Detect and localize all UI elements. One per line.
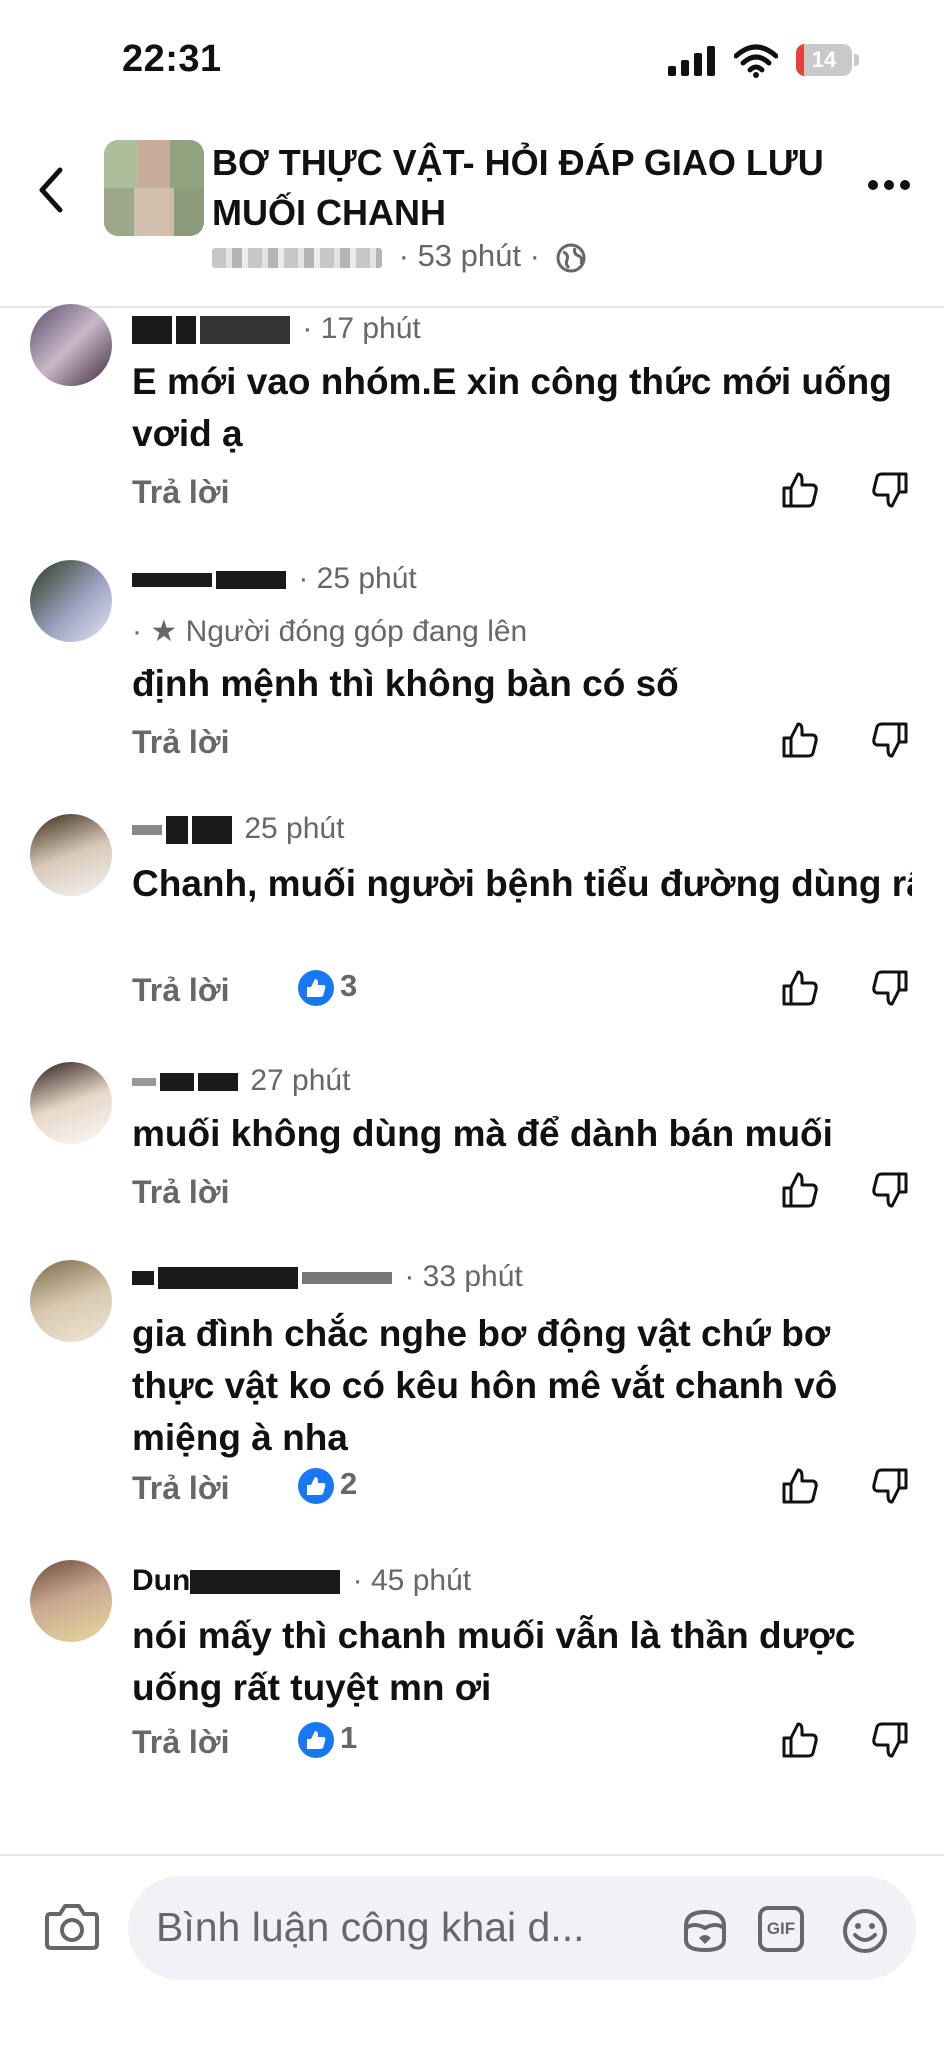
post-meta: · 53 phút · (212, 238, 587, 274)
comment-text: E mới vao nhóm.E xin công thức mới uống … (132, 361, 892, 454)
reaction-count[interactable]: 1 (298, 1720, 357, 1758)
gif-icon[interactable]: GIF (758, 1906, 804, 1952)
post-header: BƠ THỰC VẬT- HỎI ĐÁP GIAO LƯU MUỐI CHANH… (0, 120, 944, 308)
comment-author[interactable]: 25 phút (132, 812, 344, 846)
comment-time: 45 phút (371, 1564, 472, 1597)
comment-input[interactable]: Bình luận công khai d... GIF (128, 1876, 916, 1980)
camera-icon[interactable] (44, 1900, 100, 1952)
comment-text: gia đình chắc nghe bơ động vật chứ bơ th… (132, 1313, 838, 1458)
comment-composer: Bình luận công khai d... GIF (0, 1854, 944, 2050)
cellular-signal-icon (668, 46, 715, 76)
comment-author[interactable]: · 25 phút (132, 562, 417, 596)
avatar[interactable] (30, 1062, 112, 1144)
status-bar: 22:31 14 (0, 0, 944, 120)
like-reaction-icon (298, 1467, 334, 1504)
blurred-author-name (212, 247, 382, 268)
comment-text: định mệnh thì không bàn có số (132, 663, 679, 704)
thumbs-up-icon[interactable] (780, 1466, 820, 1506)
comment-text: Chanh, muối người bệnh tiểu đường dùng r… (132, 863, 912, 904)
thumbs-down-icon[interactable] (870, 1170, 910, 1210)
reply-button[interactable]: Trả lời (132, 1470, 229, 1507)
thumbs-up-icon[interactable] (780, 720, 820, 760)
comment-time: 25 phút (244, 812, 345, 845)
group-thumbnail[interactable] (104, 140, 204, 236)
thumbs-down-icon[interactable] (870, 1720, 910, 1760)
avatar[interactable] (30, 560, 112, 642)
thumbs-up-icon[interactable] (780, 1720, 820, 1760)
reaction-count[interactable]: 2 (298, 1466, 357, 1504)
contributor-badge: · ★ Người đóng góp đang lên (132, 615, 528, 648)
comment-author[interactable]: 27 phút (132, 1064, 350, 1098)
reply-button[interactable]: Trả lời (132, 724, 229, 761)
thumbs-down-icon[interactable] (870, 1466, 910, 1506)
thumbs-up-icon[interactable] (780, 1170, 820, 1210)
comment-author[interactable]: Dun · 45 phút (132, 1564, 471, 1598)
comment-text: muối không dùng mà để dành bán muối (132, 1113, 833, 1154)
comment-time: 17 phút (320, 312, 421, 345)
thumbs-down-icon[interactable] (870, 720, 910, 760)
comment-author[interactable]: · 17 phút (132, 312, 421, 346)
wifi-icon (734, 44, 778, 78)
comment-time: 25 phút (316, 562, 417, 595)
clock: 22:31 (122, 38, 222, 80)
group-title[interactable]: BƠ THỰC VẬT- HỎI ĐÁP GIAO LƯU MUỐI CHANH (212, 138, 852, 238)
back-arrow-icon[interactable] (30, 160, 74, 220)
thumbs-up-icon[interactable] (780, 968, 820, 1008)
comment-time: 33 phút (422, 1260, 523, 1293)
like-reaction-icon (298, 1721, 334, 1758)
more-icon[interactable] (866, 178, 912, 192)
comment-time: 27 phút (250, 1064, 351, 1097)
avatar[interactable] (30, 304, 112, 386)
thumbs-down-icon[interactable] (870, 470, 910, 510)
emoji-icon[interactable] (840, 1906, 890, 1956)
reply-button[interactable]: Trả lời (132, 474, 229, 511)
avatar[interactable] (30, 1560, 112, 1642)
avatar[interactable] (30, 1260, 112, 1342)
reaction-count[interactable]: 3 (298, 968, 357, 1006)
thumbs-down-icon[interactable] (870, 968, 910, 1008)
reply-button[interactable]: Trả lời (132, 1724, 229, 1761)
reply-button[interactable]: Trả lời (132, 1174, 229, 1211)
thumbs-up-icon[interactable] (780, 470, 820, 510)
reply-button[interactable]: Trả lời (132, 972, 229, 1009)
battery-indicator: 14 (796, 44, 860, 76)
comment-text: nói mấy thì chanh muối vẫn là thần dược … (132, 1615, 856, 1708)
avatar-sticker-icon[interactable] (680, 1906, 730, 1956)
comment-author[interactable]: · 33 phút (132, 1260, 523, 1294)
like-reaction-icon (298, 969, 334, 1006)
globe-icon (556, 243, 586, 273)
comment-placeholder: Bình luận công khai d... (156, 1904, 585, 1950)
avatar[interactable] (30, 814, 112, 896)
post-time: 53 phút (417, 238, 521, 273)
